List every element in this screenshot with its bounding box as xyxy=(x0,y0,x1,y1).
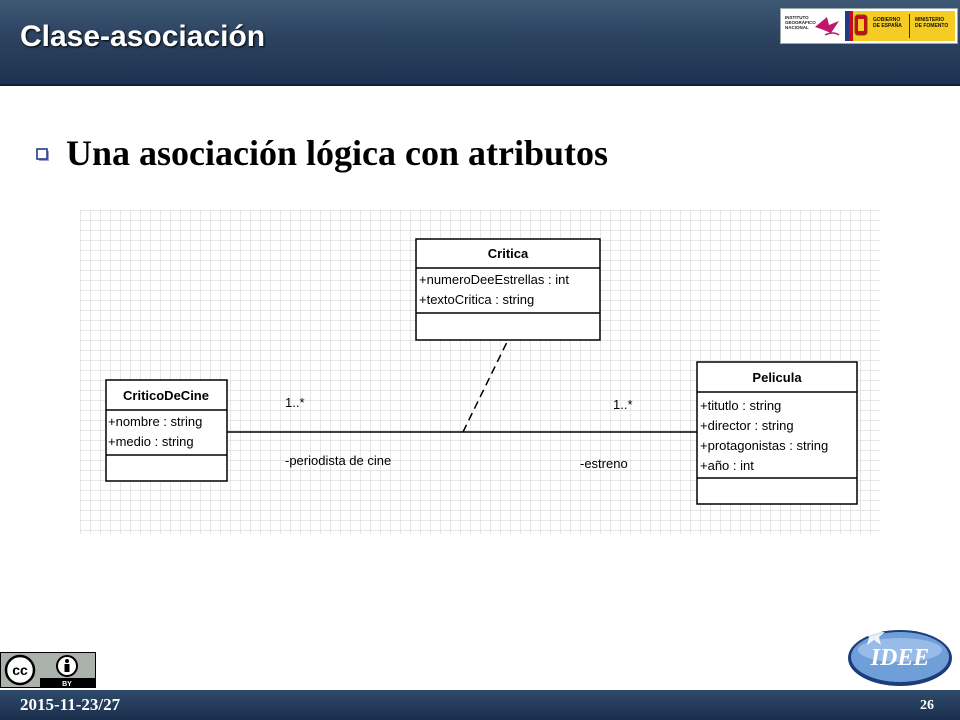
page-number: 26 xyxy=(920,698,934,713)
footer-bar xyxy=(0,690,960,720)
criticodecine-attribute: +nombre : string xyxy=(108,414,202,429)
cc-by-license-badge[interactable]: cc BY xyxy=(0,652,96,688)
pelicula-class-name: Pelicula xyxy=(752,370,802,385)
ign-swoosh-icon xyxy=(815,17,840,36)
logos-container: INSTITUTO GEOGRÁFICO NACIONAL GOBIERNO D… xyxy=(780,8,958,44)
criticodecine-class-name: CriticoDeCine xyxy=(123,388,209,403)
left-role: -periodista de cine xyxy=(285,453,391,468)
footer-date: 2015-11-23/27 xyxy=(20,695,121,714)
class-critica: Critica +numeroDeeEstrellas : int +texto… xyxy=(415,238,601,341)
right-multiplicity: 1..* xyxy=(613,397,633,412)
gobierno-logo: GOBIERNO DE ESPAÑA MINISTERIO DE FOMENTO xyxy=(845,11,955,41)
person-icon xyxy=(64,664,70,672)
pelicula-attribute: +titutlo : string xyxy=(700,398,781,413)
ministerio-line-2: DE FOMENTO xyxy=(915,23,949,29)
left-multiplicity: 1..* xyxy=(285,395,305,410)
slide-title: Clase-asociación xyxy=(20,20,266,53)
cc-icon: cc xyxy=(12,662,28,678)
pelicula-attribute: +director : string xyxy=(700,418,794,433)
gobierno-line-2: DE ESPAÑA xyxy=(873,23,902,29)
critica-class-name: Critica xyxy=(488,246,529,261)
square-bullet-icon xyxy=(36,148,49,161)
ign-logo: INSTITUTO GEOGRÁFICO NACIONAL xyxy=(785,13,841,39)
cc-by-label: BY xyxy=(62,681,72,688)
critica-attribute: +textoCritica : string xyxy=(419,292,534,307)
criticodecine-attribute: +medio : string xyxy=(108,434,194,449)
header-bar: Clase-asociación INSTITUTO GEOGRÁFICO NA… xyxy=(0,0,960,86)
logo-divider xyxy=(909,14,910,38)
pelicula-attribute: +año : int xyxy=(700,458,754,473)
class-pelicula: Pelicula +titutlo : string +director : s… xyxy=(696,361,858,505)
pelicula-attribute: +protagonistas : string xyxy=(700,438,828,453)
right-role: -estreno xyxy=(580,456,628,471)
uml-diagram: Critica +numeroDeeEstrellas : int +texto… xyxy=(80,210,880,534)
bullet-text: Una asociación lógica con atributos xyxy=(66,133,609,173)
idee-logo[interactable]: IDEE xyxy=(844,622,956,688)
spain-flag-icon xyxy=(845,11,868,41)
critica-attribute: +numeroDeeEstrellas : int xyxy=(419,272,569,287)
class-criticodecine: CriticoDeCine +nombre : string +medio : … xyxy=(105,379,228,482)
idee-logo-text: IDEE xyxy=(870,645,930,671)
